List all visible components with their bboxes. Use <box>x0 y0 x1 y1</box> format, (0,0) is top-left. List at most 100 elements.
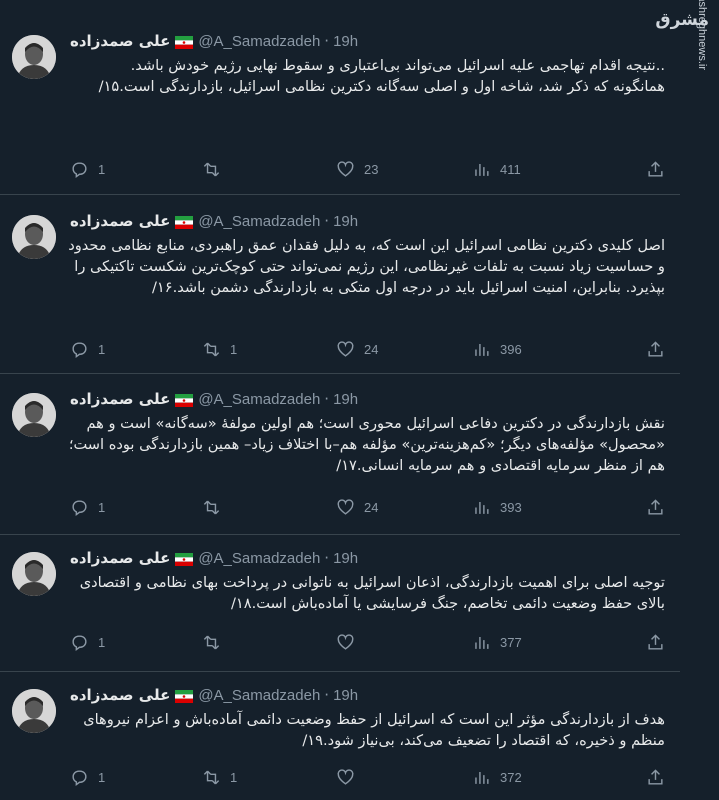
separator-dot: · <box>324 686 330 704</box>
avatar[interactable] <box>12 393 56 437</box>
tweet-header: علی صمدزاده @A_Samadzadeh · 19h <box>70 388 358 410</box>
tweet-actions: 1 1 372 <box>68 768 665 792</box>
tweet-15[interactable]: علی صمدزاده @A_Samadzadeh · 19h ..نتیجه … <box>0 26 680 194</box>
like-count: 24 <box>364 342 379 357</box>
tweet-actions: 1 23 411 <box>68 160 665 184</box>
author-name[interactable]: علی صمدزاده <box>70 32 170 50</box>
retweet-icon <box>203 342 220 357</box>
share-button[interactable] <box>646 340 665 359</box>
views-button[interactable]: 411 <box>472 160 521 179</box>
tweet-actions: 1 1 24 396 <box>68 340 665 364</box>
reply-count: 1 <box>98 500 106 515</box>
views-icon <box>475 163 489 176</box>
like-button[interactable]: 24 <box>336 340 378 359</box>
author-handle[interactable]: @A_Samadzadeh <box>198 391 320 408</box>
retweet-icon <box>203 500 220 515</box>
tweet-header: علی صمدزاده @A_Samadzadeh · 19h <box>70 547 358 569</box>
tweet-time[interactable]: 19h <box>333 213 358 230</box>
like-button[interactable] <box>336 768 364 787</box>
like-button[interactable]: 23 <box>336 160 378 179</box>
heart-icon <box>337 161 354 177</box>
author-handle[interactable]: @A_Samadzadeh <box>198 687 320 704</box>
tweet-divider <box>0 373 680 374</box>
share-icon <box>648 769 663 785</box>
author-name[interactable]: علی صمدزاده <box>70 212 170 230</box>
author-name[interactable]: علی صمدزاده <box>70 686 170 704</box>
iran-flag-icon <box>175 393 194 407</box>
separator-dot: · <box>324 549 330 567</box>
tweet-text: نقش بازدارندگی در دکترین دفاعی اسرائیل م… <box>68 415 665 474</box>
share-icon <box>648 499 663 515</box>
reply-button[interactable]: 1 <box>70 340 105 359</box>
share-icon <box>648 161 663 177</box>
avatar[interactable] <box>12 215 56 259</box>
tweet-time[interactable]: 19h <box>333 550 358 567</box>
tweet-time[interactable]: 19h <box>333 391 358 408</box>
views-count: 396 <box>500 342 522 357</box>
views-count: 377 <box>500 635 522 650</box>
share-button[interactable] <box>646 160 665 179</box>
share-button[interactable] <box>646 633 665 652</box>
share-icon <box>648 341 663 357</box>
like-button[interactable] <box>336 633 364 652</box>
tweet-time[interactable]: 19h <box>333 33 358 50</box>
reply-count: 1 <box>98 162 106 177</box>
reply-button[interactable]: 1 <box>70 768 105 787</box>
retweet-button[interactable] <box>202 498 230 517</box>
retweet-icon <box>203 770 220 785</box>
tweet-divider <box>0 671 680 672</box>
reply-icon <box>72 342 87 359</box>
separator-dot: · <box>324 32 330 50</box>
avatar[interactable] <box>12 35 56 79</box>
retweet-count: 1 <box>230 770 238 785</box>
reply-count: 1 <box>98 770 106 785</box>
views-button[interactable]: 372 <box>472 768 522 787</box>
views-icon <box>475 343 489 356</box>
avatar[interactable] <box>12 552 56 596</box>
tweet-header: علی صمدزاده @A_Samadzadeh · 19h <box>70 30 358 52</box>
views-icon <box>475 501 489 514</box>
iran-flag-icon <box>175 552 194 566</box>
share-button[interactable] <box>646 768 665 787</box>
reply-button[interactable]: 1 <box>70 160 105 179</box>
author-handle[interactable]: @A_Samadzadeh <box>198 33 320 50</box>
author-name[interactable]: علی صمدزاده <box>70 390 170 408</box>
author-name[interactable]: علی صمدزاده <box>70 549 170 567</box>
tweet-17[interactable]: علی صمدزاده @A_Samadzadeh · 19h نقش بازد… <box>0 384 680 534</box>
retweet-icon <box>203 635 220 650</box>
views-button[interactable]: 393 <box>472 498 522 517</box>
retweet-button[interactable]: 1 <box>202 768 237 787</box>
tweet-divider <box>0 534 680 535</box>
tweet-19[interactable]: علی صمدزاده @A_Samadzadeh · 19h هدف از ب… <box>0 680 680 800</box>
like-button[interactable]: 24 <box>336 498 378 517</box>
author-handle[interactable]: @A_Samadzadeh <box>198 550 320 567</box>
views-button[interactable]: 377 <box>472 633 522 652</box>
tweet-actions: 1 24 393 <box>68 498 665 522</box>
separator-dot: · <box>324 212 330 230</box>
tweet-16[interactable]: علی صمدزاده @A_Samadzadeh · 19h اصل کلید… <box>0 206 680 370</box>
views-icon <box>475 636 489 649</box>
reply-button[interactable]: 1 <box>70 633 105 652</box>
heart-icon <box>337 341 354 357</box>
iran-flag-icon <box>175 215 194 229</box>
retweet-button[interactable] <box>202 160 230 179</box>
like-count: 23 <box>364 162 379 177</box>
reply-button[interactable]: 1 <box>70 498 105 517</box>
tweet-time[interactable]: 19h <box>333 687 358 704</box>
tweet-header: علی صمدزاده @A_Samadzadeh · 19h <box>70 210 358 232</box>
avatar[interactable] <box>12 689 56 733</box>
reply-icon <box>72 635 87 652</box>
views-button[interactable]: 396 <box>472 340 522 359</box>
retweet-button[interactable]: 1 <box>202 340 237 359</box>
share-icon <box>648 634 663 650</box>
share-button[interactable] <box>646 498 665 517</box>
tweet-18[interactable]: علی صمدزاده @A_Samadzadeh · 19h توجیه اص… <box>0 543 680 669</box>
separator-dot: · <box>324 390 330 408</box>
retweet-button[interactable] <box>202 633 230 652</box>
like-count: 24 <box>364 500 379 515</box>
reply-count: 1 <box>98 342 106 357</box>
author-handle[interactable]: @A_Samadzadeh <box>198 213 320 230</box>
views-count: 393 <box>500 500 522 515</box>
reply-icon <box>72 500 87 517</box>
reply-count: 1 <box>98 635 106 650</box>
